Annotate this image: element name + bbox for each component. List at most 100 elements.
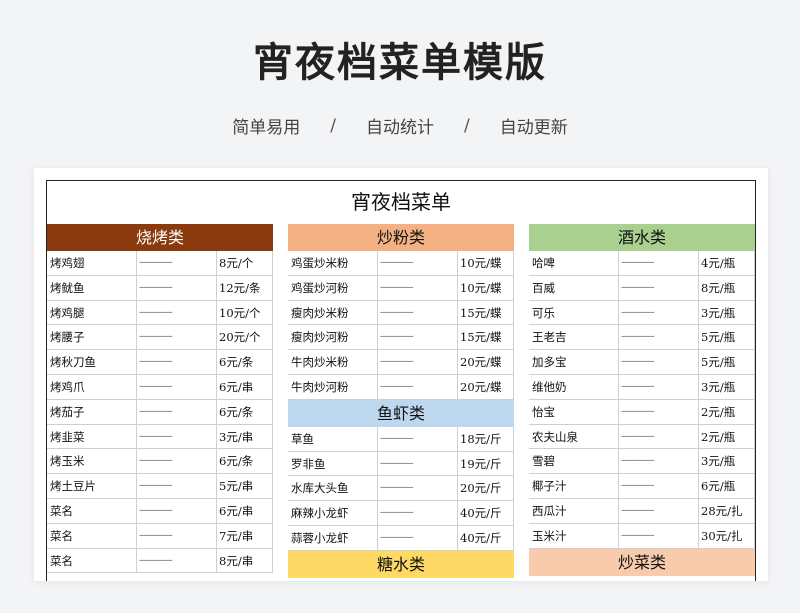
leader-dashes[interactable]: ---------------- [619,523,699,548]
dish-name[interactable]: 可乐 [529,300,619,325]
dish-name[interactable]: 烤玉米 [47,449,137,474]
dish-name[interactable]: 水库大头鱼 [288,476,378,501]
dish-price[interactable]: 6元/串 [217,374,273,399]
dish-name[interactable]: 维他奶 [529,374,619,399]
dish-name[interactable]: 雪碧 [529,449,619,474]
dish-name[interactable]: 玉米汁 [529,523,619,548]
leader-dashes[interactable]: ---------------- [137,523,217,548]
leader-dashes[interactable]: ---------------- [378,325,458,350]
dish-name[interactable]: 麻辣小龙虾 [288,501,378,525]
dish-price[interactable]: 3元/瓶 [699,300,755,325]
dish-name[interactable]: 农夫山泉 [529,424,619,449]
dish-price[interactable]: 2元/瓶 [699,399,755,424]
leader-dashes[interactable]: ---------------- [619,399,699,424]
dish-price[interactable]: 20元/蝶 [458,374,514,399]
dish-price[interactable]: 18元/斤 [458,426,514,451]
leader-dashes[interactable]: ---------------- [137,275,217,300]
dish-name[interactable]: 蒜蓉小龙虾 [288,525,378,550]
dish-name[interactable]: 牛肉炒米粉 [288,350,378,374]
dish-price[interactable]: 19元/斤 [458,451,514,476]
dish-price[interactable]: 6元/条 [217,449,273,474]
dish-name[interactable]: 烤土豆片 [47,474,137,498]
dish-price[interactable]: 5元/瓶 [699,325,755,350]
leader-dashes[interactable]: ---------------- [619,474,699,498]
leader-dashes[interactable]: ---------------- [619,350,699,374]
dish-name[interactable]: 西瓜汁 [529,498,619,523]
leader-dashes[interactable]: ---------------- [137,300,217,325]
leader-dashes[interactable]: ---------------- [619,275,699,300]
leader-dashes[interactable]: ---------------- [378,275,458,300]
dish-price[interactable]: 7元/串 [217,523,273,548]
leader-dashes[interactable]: ---------------- [137,498,217,523]
leader-dashes[interactable]: ---------------- [137,474,217,498]
dish-price[interactable]: 5元/瓶 [699,350,755,374]
dish-price[interactable]: 5元/串 [217,474,273,498]
dish-price[interactable]: 6元/串 [217,498,273,523]
section-header[interactable]: 鱼虾类 [288,399,514,427]
dish-price[interactable]: 2元/瓶 [699,424,755,449]
dish-name[interactable]: 百威 [529,275,619,300]
leader-dashes[interactable]: ---------------- [378,426,458,451]
dish-price[interactable]: 6元/条 [217,399,273,424]
dish-name[interactable]: 椰子汁 [529,474,619,498]
leader-dashes[interactable]: ---------------- [137,325,217,350]
dish-name[interactable]: 鸡蛋炒河粉 [288,275,378,300]
dish-price[interactable]: 3元/串 [217,424,273,449]
leader-dashes[interactable]: ---------------- [619,498,699,523]
dish-name[interactable]: 王老吉 [529,325,619,350]
menu-title[interactable]: 宵夜档菜单 [47,181,755,223]
dish-name[interactable]: 菜名 [47,523,137,548]
dish-name[interactable]: 罗非鱼 [288,451,378,476]
dish-name[interactable]: 鸡蛋炒米粉 [288,251,378,275]
leader-dashes[interactable]: ---------------- [619,449,699,474]
dish-name[interactable]: 菜名 [47,548,137,573]
dish-price[interactable]: 20元/蝶 [458,350,514,374]
leader-dashes[interactable]: ---------------- [378,525,458,550]
section-header[interactable]: 炒粉类 [288,224,514,251]
dish-price[interactable]: 4元/瓶 [699,251,755,275]
leader-dashes[interactable]: ---------------- [619,300,699,325]
dish-name[interactable]: 加多宝 [529,350,619,374]
dish-price[interactable]: 10元/蝶 [458,275,514,300]
leader-dashes[interactable]: ---------------- [378,476,458,501]
leader-dashes[interactable]: ---------------- [619,374,699,399]
dish-price[interactable]: 8元/瓶 [699,275,755,300]
leader-dashes[interactable]: ---------------- [137,548,217,573]
leader-dashes[interactable]: ---------------- [137,424,217,449]
leader-dashes[interactable]: ---------------- [619,424,699,449]
dish-price[interactable]: 20元/个 [217,325,273,350]
dish-price[interactable]: 40元/斤 [458,525,514,550]
section-header[interactable]: 酒水类 [529,224,755,251]
dish-name[interactable]: 烤茄子 [47,399,137,424]
leader-dashes[interactable]: ---------------- [378,451,458,476]
leader-dashes[interactable]: ---------------- [378,300,458,325]
dish-name[interactable]: 哈啤 [529,251,619,275]
dish-price[interactable]: 15元/蝶 [458,325,514,350]
section-header[interactable]: 烧烤类 [47,224,273,251]
section-header[interactable]: 炒菜类 [529,548,755,576]
leader-dashes[interactable]: ---------------- [137,399,217,424]
dish-name[interactable]: 烤韭菜 [47,424,137,449]
dish-price[interactable]: 15元/蝶 [458,300,514,325]
leader-dashes[interactable]: ---------------- [378,374,458,399]
dish-name[interactable]: 怡宝 [529,399,619,424]
dish-price[interactable]: 3元/瓶 [699,449,755,474]
leader-dashes[interactable]: ---------------- [619,325,699,350]
dish-price[interactable]: 3元/瓶 [699,374,755,399]
dish-name[interactable]: 烤鱿鱼 [47,275,137,300]
dish-price[interactable]: 8元/个 [217,251,273,275]
leader-dashes[interactable]: ---------------- [619,251,699,275]
dish-name[interactable]: 瘦肉炒米粉 [288,300,378,325]
dish-name[interactable]: 烤鸡爪 [47,374,137,399]
section-header[interactable]: 糖水类 [288,550,514,578]
leader-dashes[interactable]: ---------------- [378,350,458,374]
leader-dashes[interactable]: ---------------- [137,449,217,474]
dish-name[interactable]: 烤鸡翅 [47,251,137,275]
dish-name[interactable]: 烤秋刀鱼 [47,350,137,374]
dish-price[interactable]: 8元/串 [217,548,273,573]
dish-name[interactable]: 菜名 [47,498,137,523]
dish-price[interactable]: 10元/蝶 [458,251,514,275]
dish-name[interactable]: 草鱼 [288,426,378,451]
dish-price[interactable]: 12元/条 [217,275,273,300]
leader-dashes[interactable]: ---------------- [378,501,458,525]
